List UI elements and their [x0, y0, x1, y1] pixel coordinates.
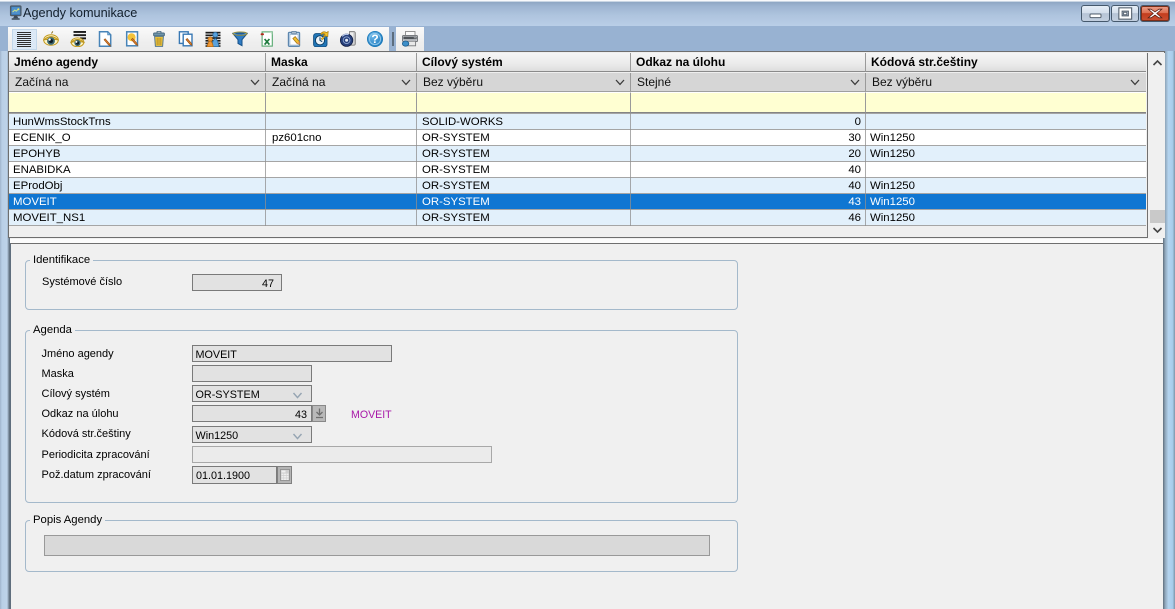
- svg-text:?: ?: [371, 32, 378, 46]
